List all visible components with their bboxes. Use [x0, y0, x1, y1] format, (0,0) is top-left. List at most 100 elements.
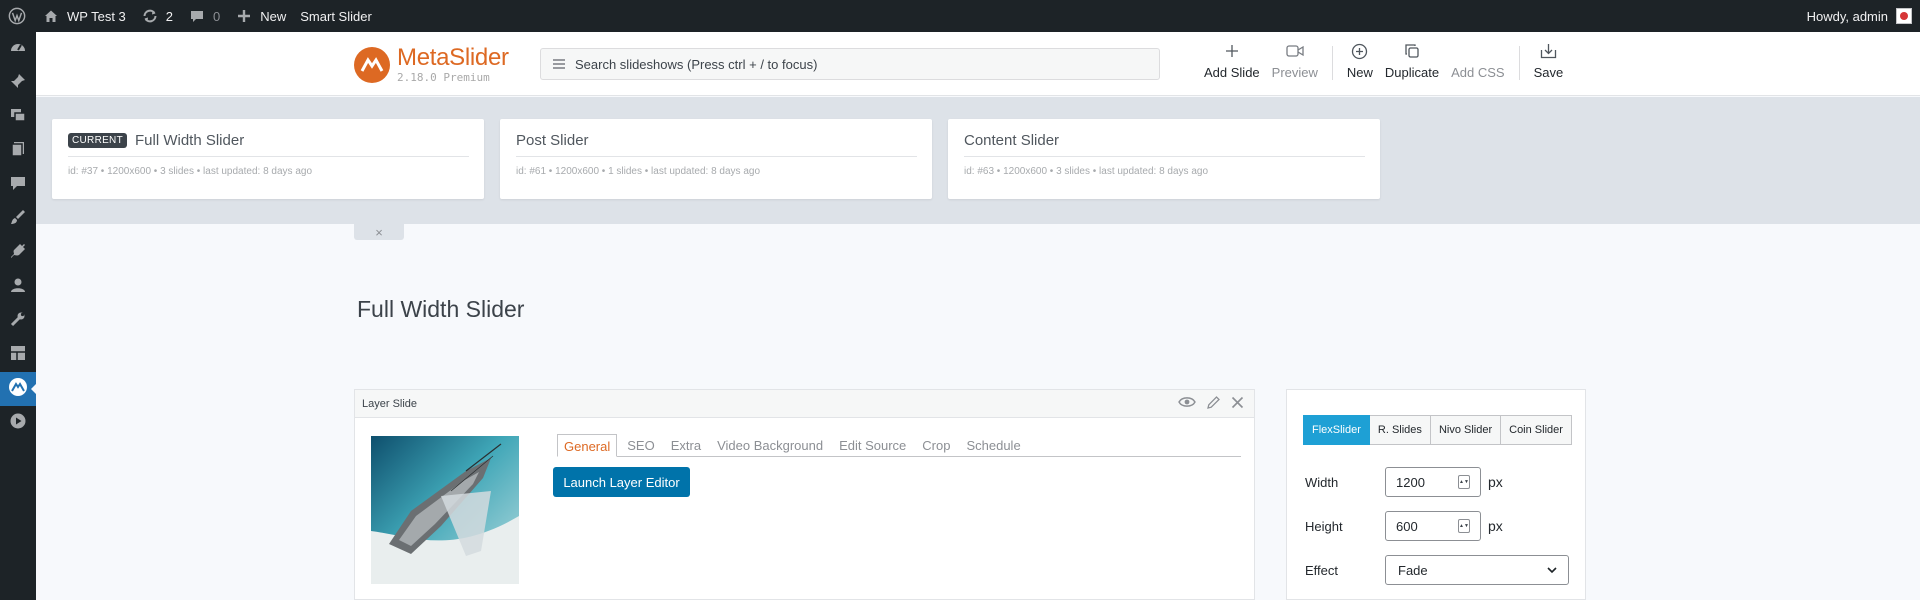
slider-type-selector: FlexSlider R. Slides Nivo Slider Coin Sl… — [1303, 415, 1572, 445]
add-css-button[interactable]: Add CSS — [1445, 42, 1510, 80]
preview-button[interactable]: Preview — [1266, 42, 1324, 80]
type-nivo-slider[interactable]: Nivo Slider — [1430, 415, 1502, 445]
media-icon — [9, 106, 27, 129]
brush-icon — [9, 208, 27, 231]
effect-row: Effect Fade — [1305, 555, 1569, 585]
avatar[interactable] — [1896, 8, 1912, 24]
video-camera-icon — [1286, 42, 1304, 60]
media-menu-item[interactable] — [0, 100, 36, 134]
search-placeholder: Search slideshows (Press ctrl + / to foc… — [575, 56, 818, 72]
page-title: Full Width Slider — [357, 296, 525, 322]
tools-menu-item[interactable] — [0, 304, 36, 338]
pages-menu-item[interactable] — [0, 134, 36, 168]
close-slideshow-list-button[interactable]: × — [354, 224, 404, 240]
slide-thumbnail[interactable] — [371, 436, 519, 584]
tab-schedule[interactable]: Schedule — [960, 433, 1026, 456]
tab-crop[interactable]: Crop — [916, 433, 956, 456]
save-button[interactable]: Save — [1528, 42, 1570, 80]
settings-menu-item[interactable] — [0, 338, 36, 372]
comments-icon — [9, 174, 27, 197]
current-badge: CURRENT — [68, 132, 127, 148]
type-flexslider[interactable]: FlexSlider — [1303, 415, 1370, 445]
comments-link[interactable]: 0 — [180, 0, 227, 32]
admin-side-menu — [0, 32, 37, 600]
slideshow-card[interactable]: CURRENT Full Width Slider id: #37 • 1200x… — [52, 119, 484, 199]
add-slide-button[interactable]: Add Slide — [1198, 42, 1266, 80]
tab-edit-source[interactable]: Edit Source — [833, 433, 912, 456]
slide-header: Layer Slide — [355, 390, 1254, 418]
new-label: New — [260, 8, 287, 24]
updates-icon — [140, 6, 160, 26]
site-name-link[interactable]: WP Test 3 — [34, 0, 133, 32]
plugins-menu-item[interactable] — [0, 236, 36, 270]
spinner-icon[interactable]: ▲▼ — [1458, 475, 1470, 489]
type-responsive-slides[interactable]: R. Slides — [1369, 415, 1431, 445]
width-row: Width 1200 ▲▼ px — [1305, 467, 1503, 497]
save-icon — [1540, 42, 1557, 60]
updates-link[interactable]: 2 — [133, 0, 180, 32]
version-label: 2.18.0 Premium — [397, 71, 490, 84]
dashboard-icon — [9, 38, 27, 61]
height-unit: px — [1488, 518, 1503, 534]
pin-icon — [9, 72, 27, 95]
metaslider-header: MetaSlider 2.18.0 Premium Search slidesh… — [36, 32, 1920, 96]
layer-slide-panel: Layer Slide General SEO Extra Video Back… — [354, 389, 1255, 600]
metaslider-logo-icon — [354, 47, 390, 83]
duplicate-button[interactable]: Duplicate — [1379, 42, 1445, 80]
spinner-icon[interactable]: ▲▼ — [1458, 519, 1470, 533]
tab-seo[interactable]: SEO — [621, 433, 660, 456]
slideshow-card[interactable]: Post Slider id: #61 • 1200x600 • 1 slide… — [500, 119, 932, 199]
slideshow-meta: id: #61 • 1200x600 • 1 slides • last upd… — [516, 166, 761, 177]
logo-wordmark: MetaSlider — [397, 44, 509, 71]
comment-icon — [187, 6, 207, 26]
slideshow-title: Content Slider — [964, 131, 1060, 149]
comments-menu-item[interactable] — [0, 168, 36, 202]
close-icon[interactable] — [1231, 396, 1244, 412]
effect-label: Effect — [1305, 562, 1339, 578]
metaslider-menu-item[interactable] — [0, 372, 37, 406]
toolbar-divider — [1518, 46, 1520, 80]
slideshow-meta: id: #37 • 1200x600 • 3 slides • last upd… — [68, 166, 313, 177]
smart-slider-link[interactable]: Smart Slider — [293, 0, 379, 32]
slideshow-search-input[interactable]: Search slideshows (Press ctrl + / to foc… — [540, 48, 1160, 80]
slideshow-title: Full Width Slider — [135, 131, 245, 149]
account-greeting[interactable]: Howdy, admin — [1807, 9, 1888, 24]
width-unit: px — [1488, 474, 1503, 490]
new-content-link[interactable]: New — [227, 0, 293, 32]
posts-menu-item[interactable] — [0, 66, 36, 100]
edit-pencil-icon[interactable] — [1206, 395, 1221, 413]
new-slideshow-button[interactable]: New — [1341, 42, 1379, 80]
list-icon — [553, 57, 565, 72]
effect-select[interactable]: Fade — [1385, 555, 1569, 585]
tab-extra[interactable]: Extra — [665, 433, 707, 456]
slide-settings-tabs: General SEO Extra Video Background Edit … — [557, 434, 1241, 457]
wordpress-icon — [7, 6, 27, 26]
dashboard-menu-item[interactable] — [0, 32, 36, 66]
video-menu-item[interactable] — [0, 406, 36, 440]
comments-count: 0 — [213, 8, 221, 24]
tab-general[interactable]: General — [557, 434, 618, 457]
width-input[interactable]: 1200 ▲▼ — [1385, 467, 1481, 497]
width-label: Width — [1305, 474, 1339, 490]
metaslider-logo: MetaSlider 2.18.0 Premium — [354, 46, 509, 84]
type-coin-slider[interactable]: Coin Slider — [1501, 415, 1572, 445]
height-label: Height — [1305, 518, 1343, 534]
slideshow-card[interactable]: Content Slider id: #63 • 1200x600 • 3 sl… — [948, 119, 1380, 199]
slideshow-settings-panel: FlexSlider R. Slides Nivo Slider Coin Sl… — [1286, 389, 1586, 600]
eye-icon[interactable] — [1178, 396, 1196, 411]
pages-icon — [9, 140, 27, 163]
smart-slider-label: Smart Slider — [300, 8, 372, 24]
site-name: WP Test 3 — [67, 8, 126, 24]
home-icon — [41, 6, 61, 26]
header-toolbar: Add Slide Preview New Duplicate Add CSS … — [1198, 42, 1569, 80]
settings-grid-icon — [9, 344, 27, 367]
plus-circle-icon — [1351, 42, 1368, 60]
tab-video-background[interactable]: Video Background — [711, 433, 829, 456]
launch-layer-editor-button[interactable]: Launch Layer Editor — [553, 467, 690, 497]
wp-logo-menu[interactable] — [0, 0, 34, 32]
plus-icon — [1225, 42, 1239, 60]
play-circle-icon — [9, 412, 27, 435]
users-menu-item[interactable] — [0, 270, 36, 304]
appearance-menu-item[interactable] — [0, 202, 36, 236]
height-input[interactable]: 600 ▲▼ — [1385, 511, 1481, 541]
